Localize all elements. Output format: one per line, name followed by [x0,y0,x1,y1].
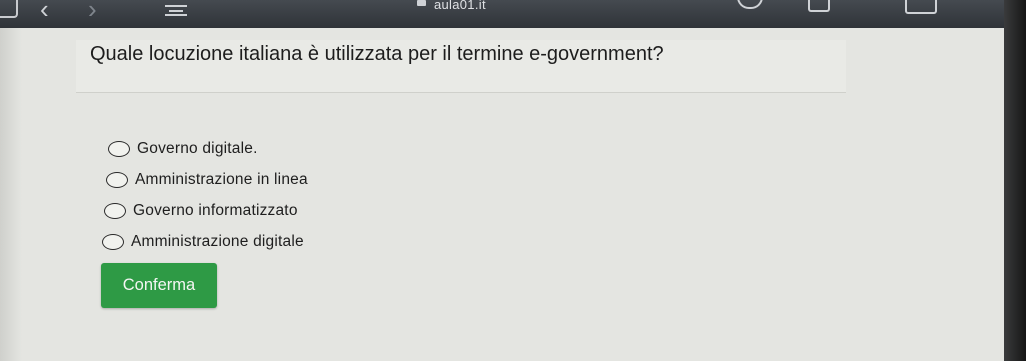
tabs-icon[interactable] [905,0,937,14]
answer-option-2[interactable]: Amministrazione in linea [106,168,308,192]
address-bar-url[interactable]: aula01.it [434,0,486,12]
confirm-button[interactable]: Conferma [101,263,217,308]
answer-label: Amministrazione in linea [135,171,308,188]
page-shadow [0,28,22,361]
question-text: Quale locuzione italiana è utilizzata pe… [90,43,664,65]
answer-option-4[interactable]: Amministrazione digitale [102,230,304,254]
lock-icon [417,0,426,6]
answer-label: Governo informatizzato [133,202,298,219]
chevron-right-icon[interactable]: › [88,0,97,22]
reader-icon[interactable] [165,2,187,16]
sidebar-icon[interactable] [0,0,18,18]
radio-button[interactable] [108,141,130,157]
answer-label: Governo digitale. [137,140,258,157]
reload-icon[interactable] [737,0,763,9]
chevron-left-icon[interactable]: ‹ [40,0,49,22]
answer-label: Amministrazione digitale [131,233,304,250]
answer-option-1[interactable]: Governo digitale. [108,137,258,161]
browser-toolbar: ‹ › aula01.it [0,0,1026,28]
radio-button[interactable] [104,203,126,219]
radio-button[interactable] [106,172,128,188]
answer-option-3[interactable]: Governo informatizzato [104,199,298,223]
device-edge [1004,0,1026,361]
share-icon[interactable] [808,0,830,12]
radio-button[interactable] [102,234,124,250]
